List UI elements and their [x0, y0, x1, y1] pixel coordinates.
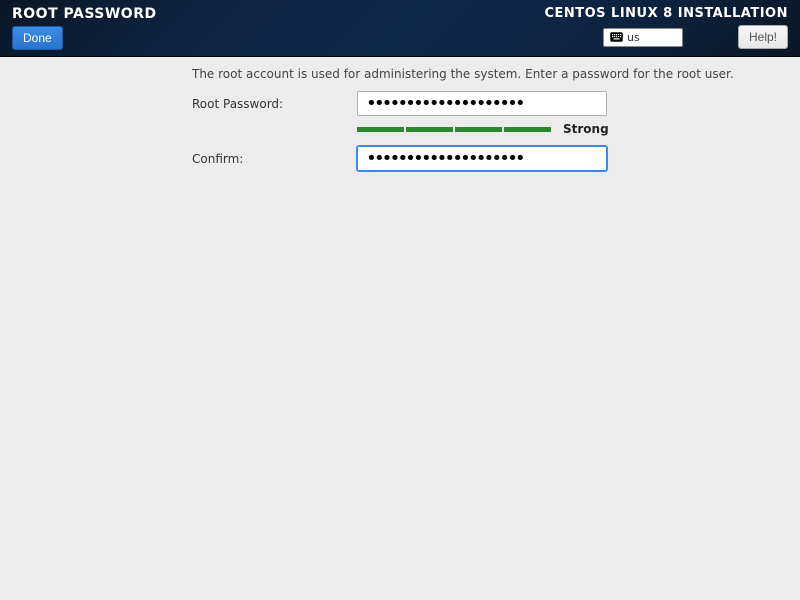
description-text: The root account is used for administeri… — [192, 67, 800, 81]
password-strength-row: Strong — [357, 122, 800, 136]
keyboard-layout-indicator[interactable]: us — [603, 28, 683, 47]
help-button[interactable]: Help! — [738, 25, 788, 49]
root-password-label: Root Password: — [192, 97, 357, 111]
done-button[interactable]: Done — [12, 26, 63, 50]
confirm-password-label: Confirm: — [192, 152, 357, 166]
keyboard-layout-text: us — [627, 31, 640, 44]
strength-segment — [455, 127, 502, 132]
header-right: CENTOS LINUX 8 INSTALLATION us — [544, 6, 788, 49]
header-right-row: us Help! — [603, 25, 788, 49]
content-area: The root account is used for administeri… — [0, 57, 800, 171]
password-strength-label: Strong — [563, 122, 609, 136]
strength-segment — [357, 127, 404, 132]
keyboard-icon — [610, 32, 623, 42]
confirm-password-row: Confirm: — [192, 146, 800, 171]
confirm-password-input[interactable] — [357, 146, 607, 171]
root-password-row: Root Password: — [192, 91, 800, 116]
header-bar: ROOT PASSWORD Done CENTOS LINUX 8 INSTAL… — [0, 0, 800, 57]
strength-segment — [504, 127, 551, 132]
password-strength-meter — [357, 127, 551, 132]
installer-title: CENTOS LINUX 8 INSTALLATION — [544, 6, 788, 21]
strength-segment — [406, 127, 453, 132]
header-left: ROOT PASSWORD Done — [12, 6, 157, 50]
root-password-input[interactable] — [357, 91, 607, 116]
page-title: ROOT PASSWORD — [12, 6, 157, 22]
